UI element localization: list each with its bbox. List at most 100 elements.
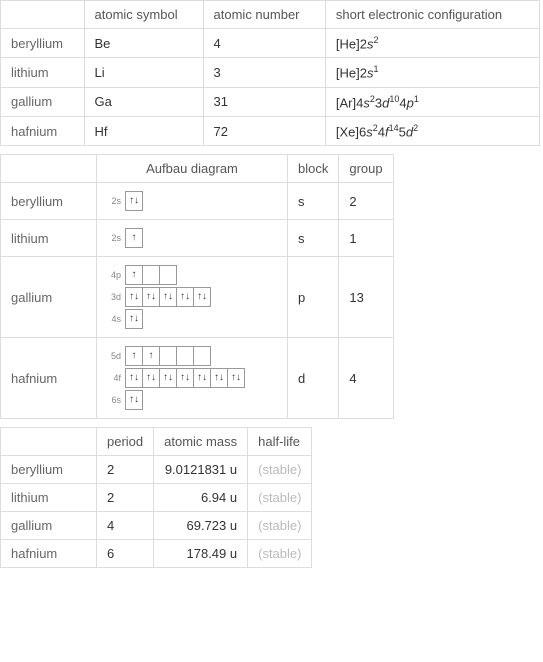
- col-atomic-symbol: atomic symbol: [84, 1, 203, 29]
- orbital-box: ↑↓: [193, 368, 211, 388]
- orbital-label: 4f: [107, 373, 121, 383]
- orbital-row: 4s ↑↓: [107, 309, 277, 329]
- col-mass: atomic mass: [154, 428, 248, 456]
- table-row: lithium26.94 u(stable): [1, 484, 312, 512]
- period: 2: [97, 484, 154, 512]
- period: 6: [97, 540, 154, 568]
- orbital-box: ↑↓: [142, 287, 160, 307]
- atomic-symbol: Hf: [84, 116, 203, 145]
- table-row: hafnium5d↑↑4f↑↓↑↓↑↓↑↓↑↓↑↓↑↓6s↑↓d4: [1, 338, 394, 419]
- col-group: group: [339, 155, 393, 183]
- period: 4: [97, 512, 154, 540]
- element-name: beryllium: [1, 29, 85, 58]
- col-period: period: [97, 428, 154, 456]
- col-half-life: half-life: [248, 428, 312, 456]
- block: s: [288, 183, 339, 220]
- atomic-number: 3: [203, 58, 325, 87]
- aufbau-table: Aufbau diagram block group beryllium2s↑↓…: [0, 154, 394, 419]
- header-row: period atomic mass half-life: [1, 428, 312, 456]
- orbital-label: 4p: [107, 270, 121, 280]
- orbital-box: ↑↓: [125, 368, 143, 388]
- col-block: block: [288, 155, 339, 183]
- aufbau-diagram: 2s ↑: [97, 220, 288, 257]
- orbital-box: ↑↓: [176, 368, 194, 388]
- orbital-box: ↑↓: [125, 309, 143, 329]
- orbital-box: ↑↓: [176, 287, 194, 307]
- orbital-row: 5d↑↑: [107, 346, 277, 366]
- table-row: hafniumHf72[Xe]6s24f145d2: [1, 116, 540, 145]
- orbital-label: 2s: [107, 233, 121, 243]
- col-atomic-number: atomic number: [203, 1, 325, 29]
- aufbau-diagram: 4p↑3d↑↓↑↓↑↓↑↓↑↓4s↑↓: [97, 257, 288, 338]
- atomic-number: 31: [203, 87, 325, 116]
- orbital-label: 4s: [107, 314, 121, 324]
- orbital-box: ↑: [125, 265, 143, 285]
- element-name: gallium: [1, 87, 85, 116]
- orbital-row: 3d↑↓↑↓↑↓↑↓↑↓: [107, 287, 277, 307]
- period: 2: [97, 456, 154, 484]
- element-name: hafnium: [1, 338, 97, 419]
- atomic-mass: 9.0121831 u: [154, 456, 248, 484]
- header-row: Aufbau diagram block group: [1, 155, 394, 183]
- group: 2: [339, 183, 393, 220]
- orbital-row: 6s↑↓: [107, 390, 277, 410]
- element-name: hafnium: [1, 540, 97, 568]
- block: s: [288, 220, 339, 257]
- table-row: hafnium6178.49 u(stable): [1, 540, 312, 568]
- atomic-properties-table: atomic symbol atomic number short electr…: [0, 0, 540, 146]
- group: 1: [339, 220, 393, 257]
- orbital-box: ↑↓: [193, 287, 211, 307]
- element-name: gallium: [1, 512, 97, 540]
- block: d: [288, 338, 339, 419]
- element-name: hafnium: [1, 116, 85, 145]
- element-name: lithium: [1, 58, 85, 87]
- empty-header: [1, 1, 85, 29]
- atomic-mass: 6.94 u: [154, 484, 248, 512]
- half-life: (stable): [248, 540, 312, 568]
- empty-header: [1, 155, 97, 183]
- half-life: (stable): [248, 512, 312, 540]
- col-aufbau: Aufbau diagram: [97, 155, 288, 183]
- orbital-box: ↑↓: [125, 390, 143, 410]
- orbital-box: ↑↓: [125, 191, 143, 211]
- element-name: gallium: [1, 257, 97, 338]
- orbital-box: ↑↓: [142, 368, 160, 388]
- orbital-label: 3d: [107, 292, 121, 302]
- aufbau-diagram: 2s↑↓: [97, 183, 288, 220]
- electron-config: [He]2s1: [325, 58, 539, 87]
- electron-config: [He]2s2: [325, 29, 539, 58]
- orbital-box: [142, 265, 160, 285]
- atomic-mass: 69.723 u: [154, 512, 248, 540]
- atomic-symbol: Li: [84, 58, 203, 87]
- atomic-mass: 178.49 u: [154, 540, 248, 568]
- header-row: atomic symbol atomic number short electr…: [1, 1, 540, 29]
- orbital-box: [176, 346, 194, 366]
- atomic-number: 4: [203, 29, 325, 58]
- table-row: gallium469.723 u(stable): [1, 512, 312, 540]
- table-row: beryllium29.0121831 u(stable): [1, 456, 312, 484]
- atomic-symbol: Ga: [84, 87, 203, 116]
- orbital-box: ↑↓: [125, 287, 143, 307]
- element-name: lithium: [1, 484, 97, 512]
- atomic-number: 72: [203, 116, 325, 145]
- half-life: (stable): [248, 484, 312, 512]
- electron-config: [Ar]4s23d104p1: [325, 87, 539, 116]
- table-row: berylliumBe4[He]2s2: [1, 29, 540, 58]
- orbital-box: ↑: [125, 346, 143, 366]
- period-mass-table: period atomic mass half-life beryllium29…: [0, 427, 312, 568]
- orbital-box: [159, 346, 177, 366]
- table-row: gallium4p↑3d↑↓↑↓↑↓↑↓↑↓4s↑↓p13: [1, 257, 394, 338]
- half-life: (stable): [248, 456, 312, 484]
- orbital-box: [193, 346, 211, 366]
- table-row: galliumGa31[Ar]4s23d104p1: [1, 87, 540, 116]
- aufbau-diagram: 5d↑↑4f↑↓↑↓↑↓↑↓↑↓↑↓↑↓6s↑↓: [97, 338, 288, 419]
- col-electron-config: short electronic configuration: [325, 1, 539, 29]
- element-name: lithium: [1, 220, 97, 257]
- orbital-box: ↑: [125, 228, 143, 248]
- orbital-row: 4p ↑: [107, 265, 277, 285]
- block: p: [288, 257, 339, 338]
- orbital-box: ↑↓: [159, 368, 177, 388]
- element-name: beryllium: [1, 456, 97, 484]
- orbital-box: ↑↓: [159, 287, 177, 307]
- orbital-box: [159, 265, 177, 285]
